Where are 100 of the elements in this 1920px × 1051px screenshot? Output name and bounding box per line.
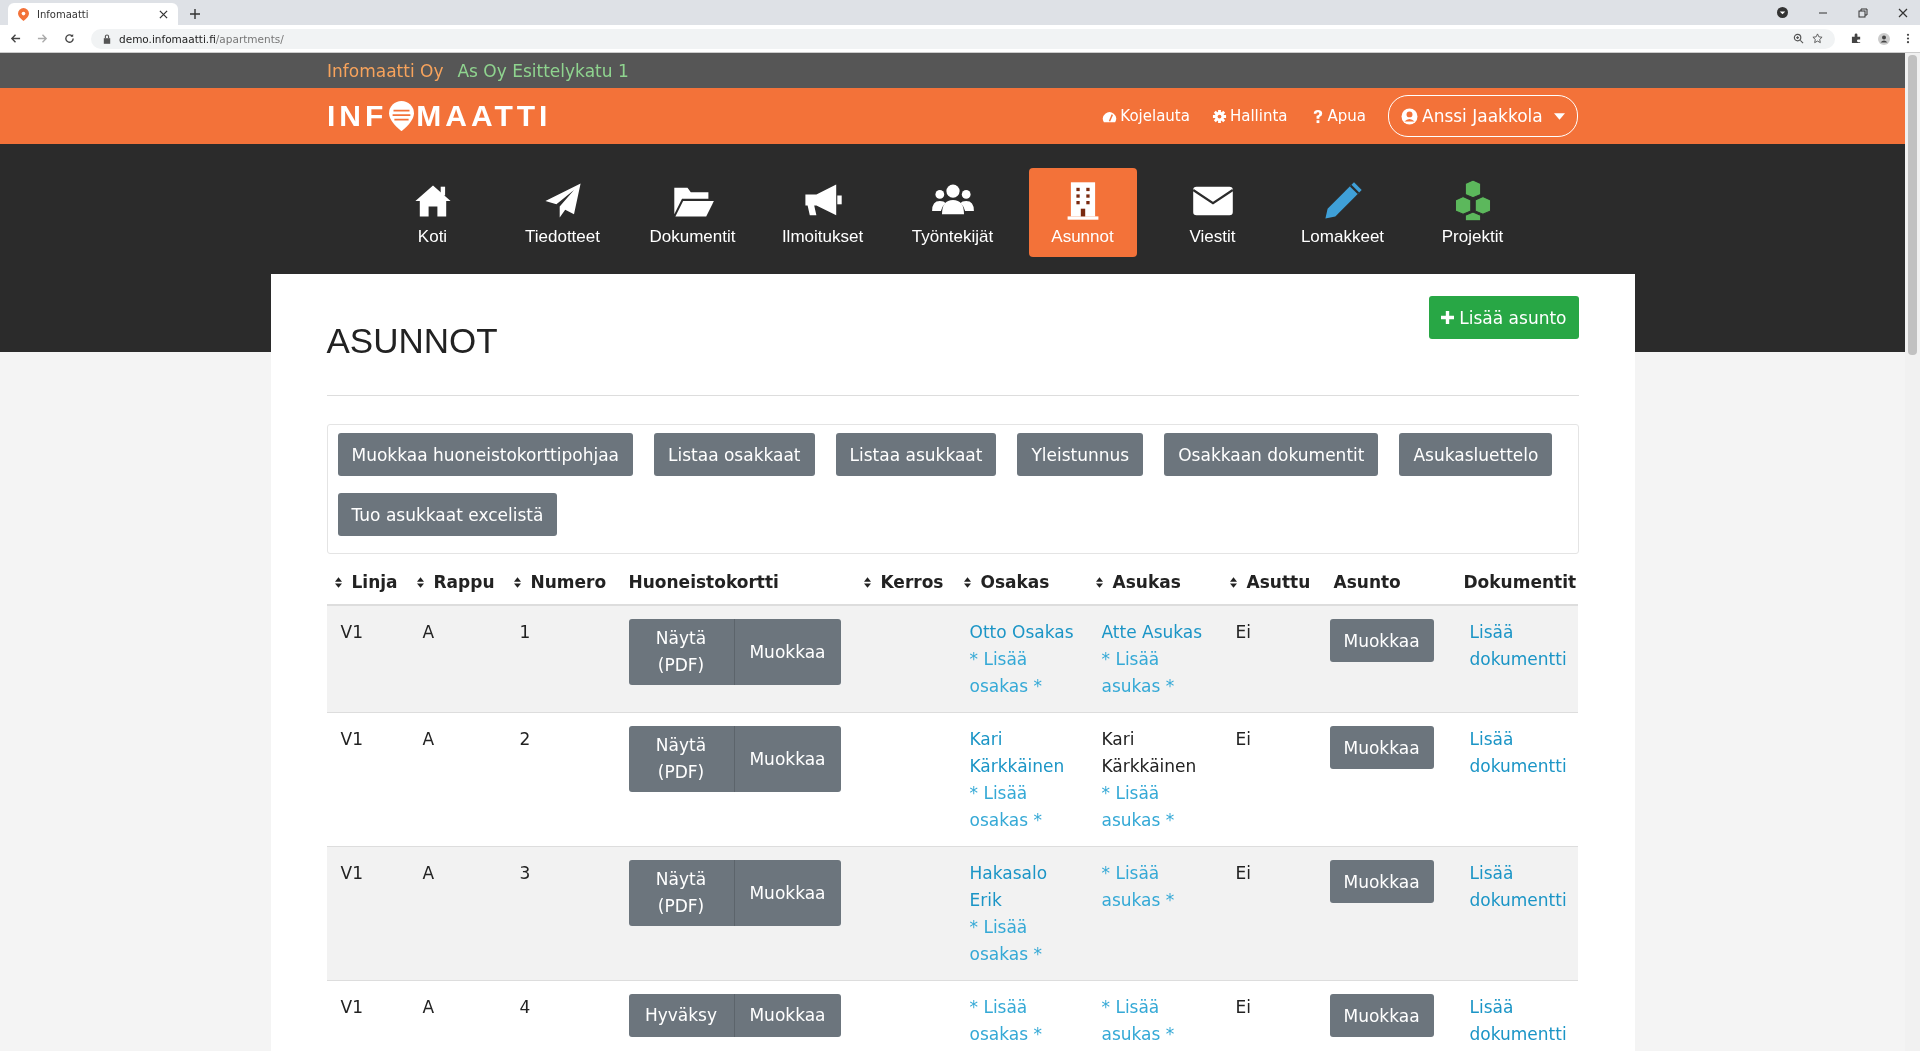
company-name[interactable]: Infomaatti Oy <box>327 60 444 81</box>
star-icon[interactable] <box>1812 33 1823 44</box>
sort-icon[interactable] <box>1229 576 1237 588</box>
column-header[interactable]: Linja <box>351 572 398 592</box>
table-cell: 1 <box>519 622 531 642</box>
sort-icon[interactable] <box>416 576 424 588</box>
column-header[interactable]: Osakas <box>980 572 1050 592</box>
resident-link[interactable]: Atte Asukas <box>1101 619 1214 646</box>
header-link[interactable]: Hallinta <box>1211 107 1288 125</box>
table-cell: 3 <box>519 863 531 883</box>
header-link[interactable]: Apua <box>1309 107 1366 125</box>
table-cell: A <box>422 729 435 749</box>
new-tab-icon[interactable] <box>190 9 200 19</box>
column-header[interactable]: Asuttu <box>1246 572 1311 592</box>
table-cell: V1 <box>340 863 363 883</box>
column-header[interactable]: Asukas <box>1112 572 1181 592</box>
edit-button[interactable]: Muokkaa <box>1329 726 1434 769</box>
column-header[interactable]: Kerros <box>880 572 944 592</box>
lock-icon <box>103 33 111 44</box>
table-cell: V1 <box>340 997 363 1017</box>
add-owner-link[interactable]: * Lisää osakas * <box>969 914 1080 968</box>
close-icon[interactable] <box>1898 7 1908 18</box>
card-button[interactable]: Muokkaa <box>734 860 841 926</box>
add-document-link[interactable]: Lisää dokumentti <box>1469 726 1570 780</box>
browser-tab[interactable]: Infomaatti <box>8 3 178 25</box>
caret-icon <box>1554 112 1565 120</box>
column-header[interactable]: Numero <box>530 572 607 592</box>
card-button[interactable]: Hyväksy <box>628 994 735 1037</box>
back-icon[interactable] <box>10 33 21 44</box>
sort-icon[interactable] <box>963 576 971 588</box>
nav-tab[interactable]: Asunnot <box>1028 168 1137 257</box>
add-resident-link[interactable]: * Lisää asukas * <box>1101 646 1214 700</box>
address-bar[interactable]: demo.infomaatti.fi/apartments/ <box>91 28 1835 49</box>
settings-icon <box>1211 108 1227 124</box>
action-button[interactable]: Asukasluettelo <box>1399 433 1553 476</box>
card-button[interactable]: Muokkaa <box>734 994 841 1037</box>
action-button[interactable]: Osakkaan dokumentit <box>1164 433 1379 476</box>
add-apartment-button[interactable]: Lisää asunto <box>1429 296 1579 339</box>
avatar-icon[interactable] <box>1878 32 1890 45</box>
edit-button[interactable]: Muokkaa <box>1329 619 1434 662</box>
puzzle-icon[interactable] <box>1851 33 1862 44</box>
restore-icon[interactable] <box>1858 7 1868 18</box>
table-cell: A <box>422 863 435 883</box>
action-button[interactable]: Yleistunnus <box>1017 433 1144 476</box>
table-cell: 2 <box>519 729 531 749</box>
logo-pin-icon <box>388 100 416 132</box>
sort-icon[interactable] <box>1095 576 1103 588</box>
nav-tab[interactable]: Ilmoitukset <box>768 168 877 257</box>
user-menu-button[interactable]: Anssi Jaakkola <box>1388 95 1578 137</box>
association-name[interactable]: As Oy Esittelykatu 1 <box>457 60 629 81</box>
reload-icon[interactable] <box>64 33 75 44</box>
add-owner-link[interactable]: * Lisää osakas * <box>969 780 1080 834</box>
owner-link[interactable]: Otto Osakas <box>969 619 1080 646</box>
profile-menu-icon[interactable] <box>1777 7 1788 18</box>
card-button[interactable]: Muokkaa <box>734 726 841 792</box>
card-button[interactable]: Näytä (PDF) <box>628 619 735 685</box>
zoom-icon[interactable] <box>1793 33 1804 44</box>
action-button[interactable]: Tuo asukkaat excelistä <box>337 493 558 536</box>
table-cell: Ei <box>1235 997 1251 1017</box>
logo-text: MAATTI <box>416 99 552 133</box>
table-cell: A <box>422 997 435 1017</box>
sort-icon[interactable] <box>334 576 342 588</box>
nav-tab[interactable]: Koti <box>378 168 487 257</box>
nav-tab[interactable]: Projektit <box>1418 168 1527 257</box>
nav-tab[interactable]: Lomakkeet <box>1288 168 1397 257</box>
logo-text: INF <box>327 99 388 133</box>
table-cell: Ei <box>1235 729 1251 749</box>
user-icon <box>1401 107 1418 125</box>
column-header[interactable]: Rappu <box>433 572 495 592</box>
sort-icon[interactable] <box>863 576 871 588</box>
table-cell: V1 <box>340 729 363 749</box>
edit-button[interactable]: Muokkaa <box>1329 994 1434 1037</box>
action-button[interactable]: Muokkaa huoneistokorttipohjaa <box>337 433 633 476</box>
card-button[interactable]: Näytä (PDF) <box>628 726 735 792</box>
add-resident-link[interactable]: * Lisää asukas * <box>1101 994 1214 1048</box>
header-link[interactable]: Kojelauta <box>1102 107 1190 125</box>
nav-tab[interactable]: Viestit <box>1158 168 1267 257</box>
table-cell: 4 <box>519 997 531 1017</box>
close-icon[interactable] <box>159 9 168 19</box>
owner-link[interactable]: Hakasalo Erik <box>969 860 1080 914</box>
column-header: Huoneistokortti <box>628 572 779 592</box>
action-button[interactable]: Listaa asukkaat <box>835 433 997 476</box>
card-button[interactable]: Muokkaa <box>734 619 841 685</box>
nav-tab[interactable]: Dokumentit <box>638 168 747 257</box>
pin-icon <box>18 7 29 21</box>
nav-tab[interactable]: Tiedotteet <box>508 168 617 257</box>
edit-button[interactable]: Muokkaa <box>1329 860 1434 903</box>
add-owner-link[interactable]: * Lisää osakas * <box>969 994 1080 1048</box>
menu-icon[interactable] <box>1906 33 1910 44</box>
sort-icon[interactable] <box>513 576 521 588</box>
nav-tab[interactable]: Työntekijät <box>898 168 1007 257</box>
table-cell: A <box>422 622 435 642</box>
resident-name: Kari Kärkkäinen <box>1101 728 1198 778</box>
card-button[interactable]: Näytä (PDF) <box>628 860 735 926</box>
add-owner-link[interactable]: * Lisää osakas * <box>969 646 1080 700</box>
column-header: Dokumentit <box>1463 572 1577 592</box>
owner-link[interactable]: Kari Kärkkäinen <box>969 726 1080 780</box>
action-button[interactable]: Listaa osakkaat <box>654 433 815 476</box>
add-document-link[interactable]: Lisää dokumentti <box>1469 994 1570 1048</box>
add-resident-link[interactable]: * Lisää asukas * <box>1101 780 1214 834</box>
